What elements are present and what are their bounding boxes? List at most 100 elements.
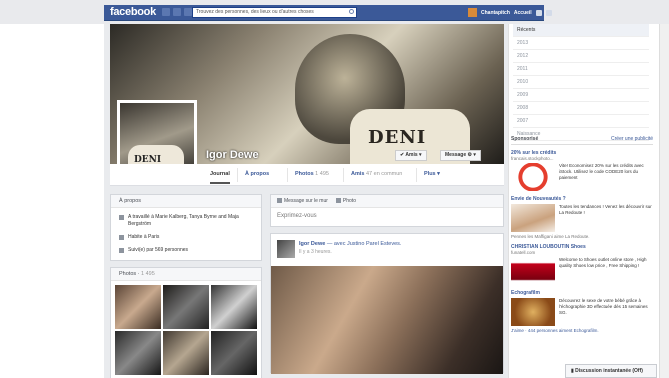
photo-thumb[interactable] (163, 285, 209, 329)
pencil-icon (277, 198, 282, 203)
ad-like-link[interactable]: J'aime · 444 personnes aiment Echografil… (511, 328, 599, 333)
photo-thumb[interactable] (211, 331, 257, 375)
about-work-text[interactable]: A travaillé à Marie Kalberg, Tanya Byrne… (128, 214, 253, 228)
photo-thumb[interactable] (115, 285, 161, 329)
tab-more[interactable]: Plus ▾ (424, 171, 440, 177)
friend-requests-icon[interactable] (162, 8, 170, 16)
blue-bar: facebook Trouvez des personnes, des lieu… (104, 5, 552, 21)
composer-tabs: Message sur le mur Photo (271, 195, 503, 208)
search-input[interactable]: Trouvez des personnes, des lieux ou d'au… (192, 7, 357, 18)
briefcase-icon (119, 215, 124, 220)
composer-tab-photo[interactable]: Photo (335, 198, 356, 204)
ad-item[interactable]: 20% sur les crédits francais.stockphoto.… (511, 150, 653, 191)
messages-icon[interactable] (173, 8, 181, 16)
page: facebook Trouvez des personnes, des lieu… (0, 0, 669, 378)
about-title[interactable]: À propos (111, 195, 261, 208)
timeline-nav-item[interactable]: 2009 (513, 89, 649, 102)
ad-item[interactable]: Echografilm Découvrez le sexe de votre b… (511, 290, 653, 333)
ad-image[interactable] (511, 257, 555, 285)
chat-label: Discussion instantanée (Off) (575, 368, 643, 374)
composer-tab-photo-label: Photo (342, 198, 356, 204)
notification-jewels (162, 8, 192, 16)
ad-text: Toutes les tendances ! Venez les découvr… (559, 204, 652, 215)
search-placeholder: Trouvez des personnes, des lieux ou d'au… (196, 9, 314, 15)
post-photo[interactable] (271, 266, 503, 374)
photo-thumb[interactable] (163, 331, 209, 375)
ad-title[interactable]: Envie de Nouveautés ? (511, 196, 653, 202)
home-link[interactable]: Accueil (514, 10, 532, 16)
post-meta: Igor Dewe — avec Justino Parel Esteves. … (299, 240, 401, 258)
ad-image[interactable] (511, 163, 555, 191)
tab-divider (237, 168, 238, 182)
ad-domain: funatell.com (511, 250, 536, 255)
timeline-nav-item[interactable]: Récents (513, 24, 649, 37)
about-location-text[interactable]: Habite à Paris (128, 234, 159, 241)
tab-label: Plus ▾ (424, 171, 440, 177)
tab-journal[interactable]: Journal (210, 171, 230, 184)
friends-button[interactable]: ✔ Amis ▾ (395, 150, 427, 161)
ad-body: Welcome to Shoes outlet online store , H… (511, 257, 653, 285)
ad-body: Toutes les tendances ! Venez les découvr… (511, 204, 653, 232)
notifications-icon[interactable] (184, 8, 192, 16)
message-button[interactable]: Message ⚙ ▾ (440, 150, 481, 161)
sponsored-section: Sponsorisé Créer une publicité 20% sur l… (511, 136, 653, 333)
user-name-link[interactable]: Chantapitch (481, 10, 510, 16)
main-column: DENI DENI Igor Dewe ✔ Amis ▾ Message ⚙ ▾… (104, 24, 508, 378)
timeline-nav-item[interactable]: 2011 (513, 63, 649, 76)
tab-divider (287, 168, 288, 182)
timeline-nav-item[interactable]: 2008 (513, 102, 649, 115)
left-column: À propos A travaillé à Marie Kalberg, Ta… (110, 194, 262, 378)
profile-tabs: Journal À propos Photos 1 495 Amis 47 en… (110, 164, 504, 186)
timeline-nav-item[interactable]: 2010 (513, 76, 649, 89)
ad-image[interactable] (511, 204, 555, 232)
tab-count: 47 en commun (365, 171, 403, 177)
tab-label: À propos (245, 171, 270, 177)
facebook-logo[interactable]: facebook (110, 6, 156, 18)
about-location: Habite à Paris (111, 231, 261, 244)
ad-title[interactable]: Echografilm (511, 290, 653, 296)
tab-photos[interactable]: Photos 1 495 (295, 171, 329, 177)
ad-social: J'aime · 444 personnes aiment Echografil… (511, 328, 653, 333)
composer-input[interactable]: Exprimez-vous (271, 208, 503, 226)
photos-box: Photos · 1 495 (110, 267, 262, 378)
about-work: A travaillé à Marie Kalberg, Tanya Byrne… (111, 211, 261, 231)
scrollbar[interactable] (659, 24, 669, 378)
post-avatar[interactable] (277, 240, 295, 258)
tab-label: Amis (351, 171, 365, 177)
photos-header[interactable]: Photos · 1 495 (111, 268, 261, 281)
about-box: À propos A travaillé à Marie Kalberg, Ta… (110, 194, 262, 261)
tab-label: Photos (295, 171, 314, 177)
avatar[interactable] (468, 8, 477, 17)
ad-image[interactable] (511, 298, 555, 326)
create-ad-link[interactable]: Créer une publicité (611, 136, 653, 142)
about-followers-text[interactable]: Suivi(e) par 569 personnes (128, 247, 188, 254)
composer-tab-status-label: Message sur le mur (284, 198, 328, 204)
timeline-nav-item[interactable]: 2007 (513, 115, 649, 128)
photos-grid (111, 281, 261, 378)
ad-item[interactable]: CHRISTIAN LOUBOUTIN Shoes funatell.com W… (511, 244, 653, 285)
composer-tab-status[interactable]: Message sur le mur (277, 198, 328, 204)
settings-icon[interactable] (545, 9, 552, 16)
photos-count: 1 495 (141, 271, 155, 277)
camera-icon (335, 198, 341, 203)
post-title: Igor Dewe — avec Justino Parel Esteves. (299, 240, 401, 248)
tab-divider (343, 168, 344, 182)
ads-header: Sponsorisé Créer une publicité (511, 136, 653, 145)
search-icon[interactable] (349, 9, 354, 14)
post-with-text[interactable]: — avec Justino Parel Esteves. (327, 241, 402, 247)
timeline-post: Igor Dewe — avec Justino Parel Esteves. … (270, 233, 504, 374)
profile-name[interactable]: Igor Dewe (206, 149, 259, 161)
timeline-nav-item[interactable]: 2012 (513, 50, 649, 63)
post-author-link[interactable]: Igor Dewe (299, 241, 325, 247)
chat-bar[interactable]: ▮ Discussion instantanée (Off) (565, 364, 657, 378)
photo-thumb[interactable] (211, 285, 257, 329)
post-time[interactable]: Il y a 3 heures. (299, 248, 401, 256)
post-header: Igor Dewe — avec Justino Parel Esteves. … (271, 234, 503, 262)
tab-friends[interactable]: Amis 47 en commun (351, 171, 402, 177)
photo-thumb[interactable] (115, 331, 161, 375)
ad-item[interactable]: Envie de Nouveautés ? Toutes les tendanc… (511, 196, 653, 239)
timeline-nav-item[interactable]: 2013 (513, 37, 649, 50)
tab-about[interactable]: À propos (245, 171, 269, 177)
friends-icon[interactable] (535, 9, 542, 16)
ad-body: Vite! Economisez 20% sur les crédits ave… (511, 163, 653, 191)
